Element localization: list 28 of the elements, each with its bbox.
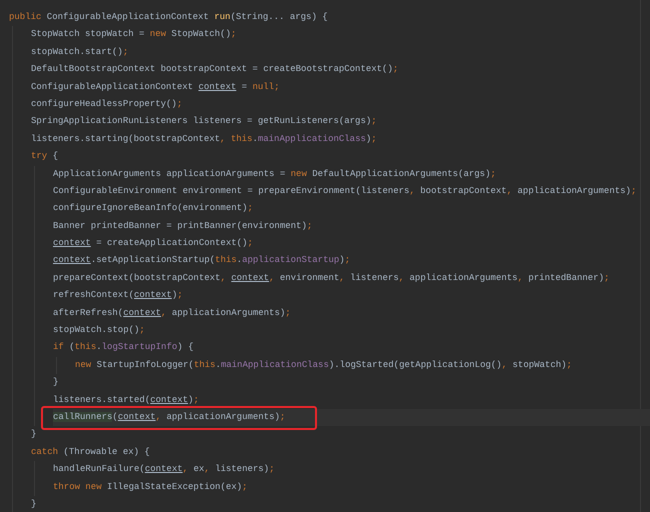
code-line: stopWatch.stop();	[53, 324, 146, 338]
code-line: ApplicationArguments applicationArguments = new DefaultApplicationArguments(args);	[53, 168, 497, 181]
code-line: throw new IllegalStateException(ex);	[53, 480, 248, 494]
code-line: configureHeadlessProperty();	[31, 98, 184, 111]
code-line: catch (Throwable ex) {	[31, 446, 151, 459]
code-line: refreshContext(context);	[53, 289, 184, 302]
code-line: context = createApplicationContext();	[53, 237, 254, 250]
code-line: prepareContext(bootstrapContext, context, environment, listeners, applicationArguments, printedBanner);	[53, 272, 610, 285]
code-line: Banner printedBanner = printBanner(environment);	[53, 220, 314, 233]
code-line: ConfigurableApplicationContext context = null;	[31, 80, 280, 94]
code-line: stopWatch.start();	[31, 46, 130, 59]
code-line: if (this.logStartupInfo) {	[53, 341, 194, 354]
code-line: }	[31, 428, 38, 442]
code-line: }	[31, 498, 38, 511]
code-line: }	[53, 376, 60, 390]
code-line: ConfigurableEnvironment environment = prepareEnvironment(listeners, bootstrapContext, applicationArguments);	[53, 184, 638, 198]
code-line: context.setApplicationStartup(this.applicationStartup);	[53, 254, 352, 268]
code-line: listeners.started(context);	[53, 394, 200, 407]
code-line: handleRunFailure(context, ex, listeners);	[53, 463, 276, 476]
code-line: configureIgnoreBeanInfo(environment);	[53, 202, 254, 216]
code-line: afterRefresh(context, applicationArguments);	[53, 306, 292, 320]
code-line: try {	[31, 150, 60, 164]
code-line: listeners.starting(bootstrapContext, this.mainApplicationClass);	[31, 132, 378, 146]
code-line: StopWatch stopWatch = new StopWatch();	[31, 28, 238, 42]
code-line: public ConfigurableApplicationContext run(String... args) {	[9, 11, 329, 24]
code-line: DefaultBootstrapContext bootstrapContext = createBootstrapContext();	[31, 63, 400, 76]
code-line: SpringApplicationRunListeners listeners = getRunListeners(args);	[31, 115, 378, 128]
code-line: new StartupInfoLogger(this.mainApplicationClass).logStarted(getApplicationLog(), stopWatch);	[75, 358, 573, 372]
